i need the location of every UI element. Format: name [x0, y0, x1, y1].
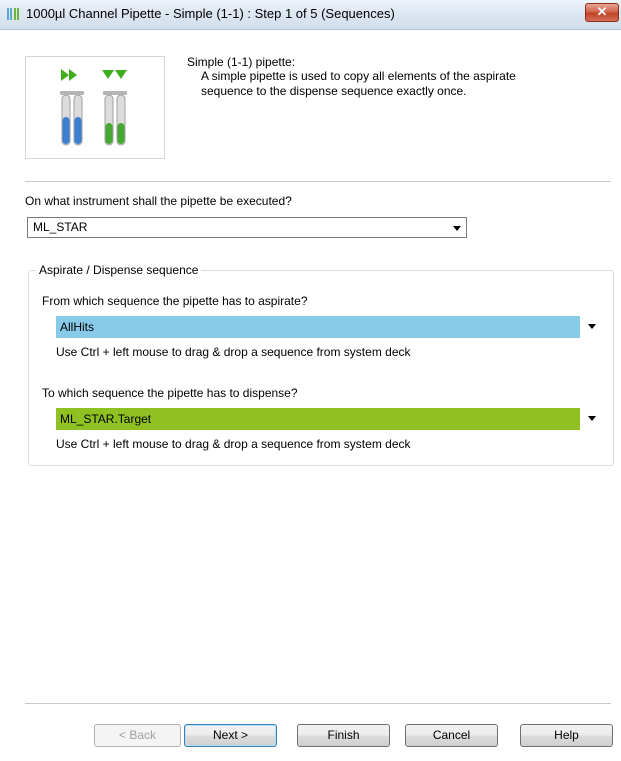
- pipette-type-title: Simple (1-1) pipette:: [187, 55, 296, 69]
- dispense-sequence-color: ML_STAR.Target: [56, 408, 580, 430]
- chevron-down-icon: [588, 324, 596, 329]
- finish-button[interactable]: Finish: [297, 724, 390, 747]
- aspirate-dropdown-button[interactable]: [582, 316, 602, 338]
- instrument-select[interactable]: ML_STAR: [27, 217, 467, 238]
- aspirate-sequence-color: AllHits: [56, 316, 580, 338]
- instrument-select-value: ML_STAR: [33, 220, 88, 234]
- pipette-tubes-illustration: [60, 69, 127, 146]
- next-button[interactable]: Next >: [184, 724, 277, 747]
- sequence-group-title: Aspirate / Dispense sequence: [36, 263, 202, 277]
- title-bar: 1000µl Channel Pipette - Simple (1-1) : …: [0, 0, 621, 30]
- chevron-down-icon: [453, 226, 461, 231]
- window-title: 1000µl Channel Pipette - Simple (1-1) : …: [26, 6, 395, 21]
- help-button[interactable]: Help: [520, 724, 613, 747]
- dispense-sequence-value: ML_STAR.Target: [60, 412, 152, 426]
- close-icon: ✕: [596, 4, 608, 19]
- back-button[interactable]: < Back: [94, 724, 181, 747]
- aspirate-question: From which sequence the pipette has to a…: [42, 294, 308, 308]
- instrument-question: On what instrument shall the pipette be …: [25, 194, 292, 208]
- cancel-button[interactable]: Cancel: [405, 724, 498, 747]
- pipette-illustration-panel: [25, 56, 165, 159]
- chevron-down-icon: [588, 416, 596, 421]
- dispense-hint: Use Ctrl + left mouse to drag & drop a s…: [56, 437, 411, 451]
- dispense-question: To which sequence the pipette has to dis…: [42, 386, 298, 400]
- top-divider: [25, 181, 611, 182]
- aspirate-hint: Use Ctrl + left mouse to drag & drop a s…: [56, 345, 411, 359]
- pipette-app-icon: [7, 8, 19, 20]
- close-button[interactable]: ✕: [585, 3, 619, 22]
- dispense-dropdown-button[interactable]: [582, 408, 602, 430]
- bottom-divider: [25, 703, 611, 704]
- aspirate-sequence-value: AllHits: [60, 320, 95, 334]
- aspirate-sequence-select[interactable]: AllHits: [56, 316, 604, 338]
- pipette-type-description: A simple pipette is used to copy all ele…: [201, 69, 516, 98]
- dispense-sequence-select[interactable]: ML_STAR.Target: [56, 408, 604, 430]
